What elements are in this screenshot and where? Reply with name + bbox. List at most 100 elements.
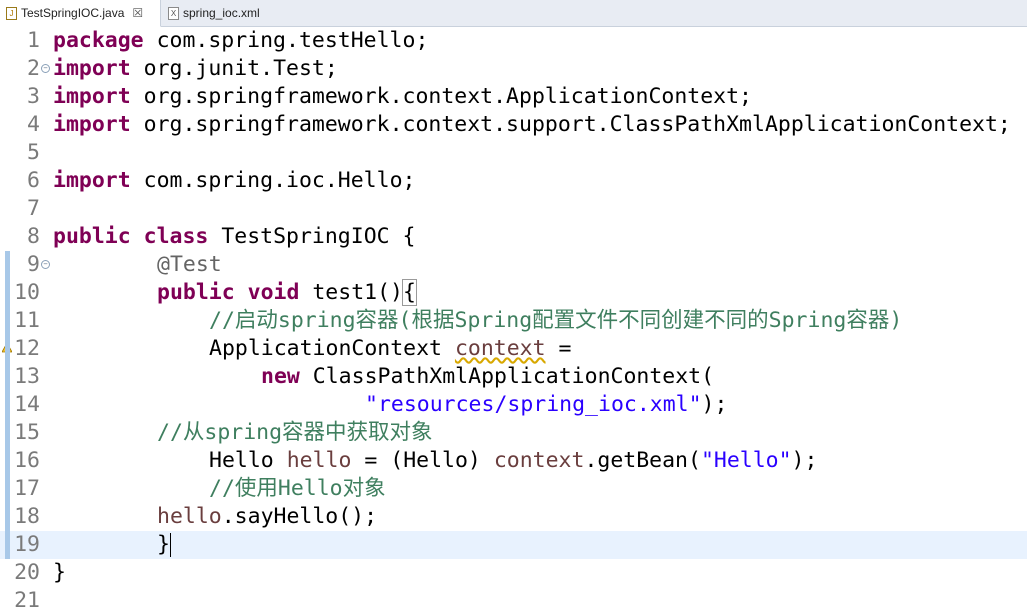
code-line[interactable]: 7 [0,195,1027,223]
code-line[interactable]: 4 import org.springframework.context.supp… [0,111,1027,139]
fold-toggle-icon[interactable]: − [41,64,50,73]
line-number: 21 [14,588,40,613]
variable: context [493,448,585,473]
code-line[interactable]: 6 import com.spring.ioc.Hello; [0,167,1027,195]
code-line[interactable]: 20} [0,559,1027,587]
xml-file-icon: X [168,6,179,20]
unused-variable: context [454,336,546,361]
code-line[interactable]: 17//使用Hello对象 [0,475,1027,503]
line-number: 8 [27,224,40,249]
code-token: com.spring.ioc.Hello; [143,168,416,193]
code-line[interactable]: 18 hello.sayHello(); [0,503,1027,531]
java-file-icon: J [6,6,17,20]
text-caret [169,533,171,557]
code-token: org.springframework.context.ApplicationC… [143,84,752,109]
tab-testspringioc-java[interactable]: J TestSpringIOC.java ☒ [0,0,161,27]
code-line[interactable]: 15//从spring容器中获取对象 [0,419,1027,447]
code-line[interactable]: 16 Hello hello = (Hello) context.getBean(… [0,447,1027,475]
code-text: ApplicationContext context = [209,335,571,363]
line-number: 20 [14,560,40,585]
line-number: 6 [27,168,40,193]
code-text: import org.springframework.context.Appli… [53,83,752,111]
change-bar [5,251,10,559]
code-token: } [157,532,170,557]
keyword: import [53,84,131,109]
code-editor[interactable]: 1 package com.spring.testHello; 2− import o… [0,27,1027,615]
code-text: Hello hello = (Hello) context.getBean("H… [209,447,817,475]
code-line[interactable]: 5 [0,139,1027,167]
string-literal: "resources/spring_ioc.xml" [365,392,702,417]
line-number: 1 [27,28,40,53]
code-line[interactable]: 3 import org.springframework.context.Appl… [0,83,1027,111]
code-text: import com.spring.ioc.Hello; [53,167,415,195]
string-literal: "Hello" [700,448,792,473]
tab-label: TestSpringIOC.java [21,6,125,20]
code-line[interactable]: 11//启动spring容器(根据Spring配置文件不同创建不同的Spring… [0,307,1027,335]
code-line[interactable]: 13 new ClassPathXmlApplicationContext( [0,363,1027,391]
comment: //启动spring容器(根据Spring配置文件不同创建不同的Spring容器… [209,308,903,333]
editor-tab-bar: J TestSpringIOC.java ☒ X spring_ioc.xml [0,0,1027,27]
code-text: //从spring容器中获取对象 [157,419,433,447]
code-token: com.spring.testHello; [156,28,429,53]
code-line[interactable]: 8 public class TestSpringIOC { [0,223,1027,251]
code-line[interactable]: 2− import org.junit.Test; [0,55,1027,83]
code-token: .sayHello(); [221,504,378,529]
comment: //从spring容器中获取对象 [157,420,433,445]
keyword: public [53,224,131,249]
line-number: 5 [27,140,40,165]
keyword: new [261,364,300,389]
code-text: import org.junit.Test; [53,55,338,83]
code-token: ClassPathXmlApplicationContext( [312,364,715,389]
code-line[interactable]: 21 [0,587,1027,615]
code-line[interactable]: 1 package com.spring.testHello; [0,27,1027,55]
code-text: "resources/spring_ioc.xml"); [365,391,727,419]
code-line[interactable]: 9− @Test [0,251,1027,279]
code-token: org.springframework.context.support.Clas… [143,112,1011,137]
line-number: 3 [27,84,40,109]
code-text: @Test [157,251,222,279]
code-text: new ClassPathXmlApplicationContext( [261,363,714,391]
code-line[interactable]: 14 "resources/spring_ioc.xml"); [0,391,1027,419]
code-token: } [53,560,66,585]
code-text: hello.sayHello(); [157,503,377,531]
code-text: import org.springframework.context.suppo… [53,111,1011,139]
code-token: TestSpringIOC { [221,224,416,249]
keyword: import [53,56,131,81]
close-tab-icon[interactable]: ☒ [132,6,143,20]
code-text: package com.spring.testHello; [53,27,428,55]
code-token: ApplicationContext [209,336,442,361]
code-token: = [558,336,572,361]
line-number: 7 [27,196,40,221]
line-number: 4 [27,112,40,137]
tab-label: spring_ioc.xml [183,6,260,20]
code-text: public class TestSpringIOC { [53,223,415,251]
keyword: void [247,280,300,305]
code-token: ); [791,448,818,473]
keyword: public [157,280,235,305]
keyword: package [53,28,144,53]
line-number: 2 [27,56,40,81]
variable: hello [157,504,222,529]
code-text: } [157,531,171,559]
code-text: //启动spring容器(根据Spring配置文件不同创建不同的Spring容器… [209,307,902,335]
code-token: = (Hello) [364,448,481,473]
code-line[interactable]: 10 public void test1(){ [0,279,1027,307]
code-token: Hello [209,448,274,473]
code-token: .getBean( [584,448,701,473]
keyword: class [143,224,209,249]
code-line[interactable]: 19} [0,531,1027,559]
code-token: org.junit.Test; [143,56,338,81]
fold-toggle-icon[interactable]: − [41,260,50,269]
keyword: import [53,112,131,137]
code-text: //使用Hello对象 [209,475,386,503]
code-line[interactable]: 12 ApplicationContext context = [0,335,1027,363]
code-token: ); [701,392,728,417]
variable: hello [286,448,352,473]
comment: //使用Hello对象 [209,476,386,501]
code-text: public void test1(){ [157,279,417,307]
annotation: @Test [157,252,222,277]
code-token: test1() [312,280,403,305]
matching-bracket: { [401,279,417,306]
keyword: import [53,168,131,193]
tab-spring-ioc-xml[interactable]: X spring_ioc.xml [162,0,282,26]
